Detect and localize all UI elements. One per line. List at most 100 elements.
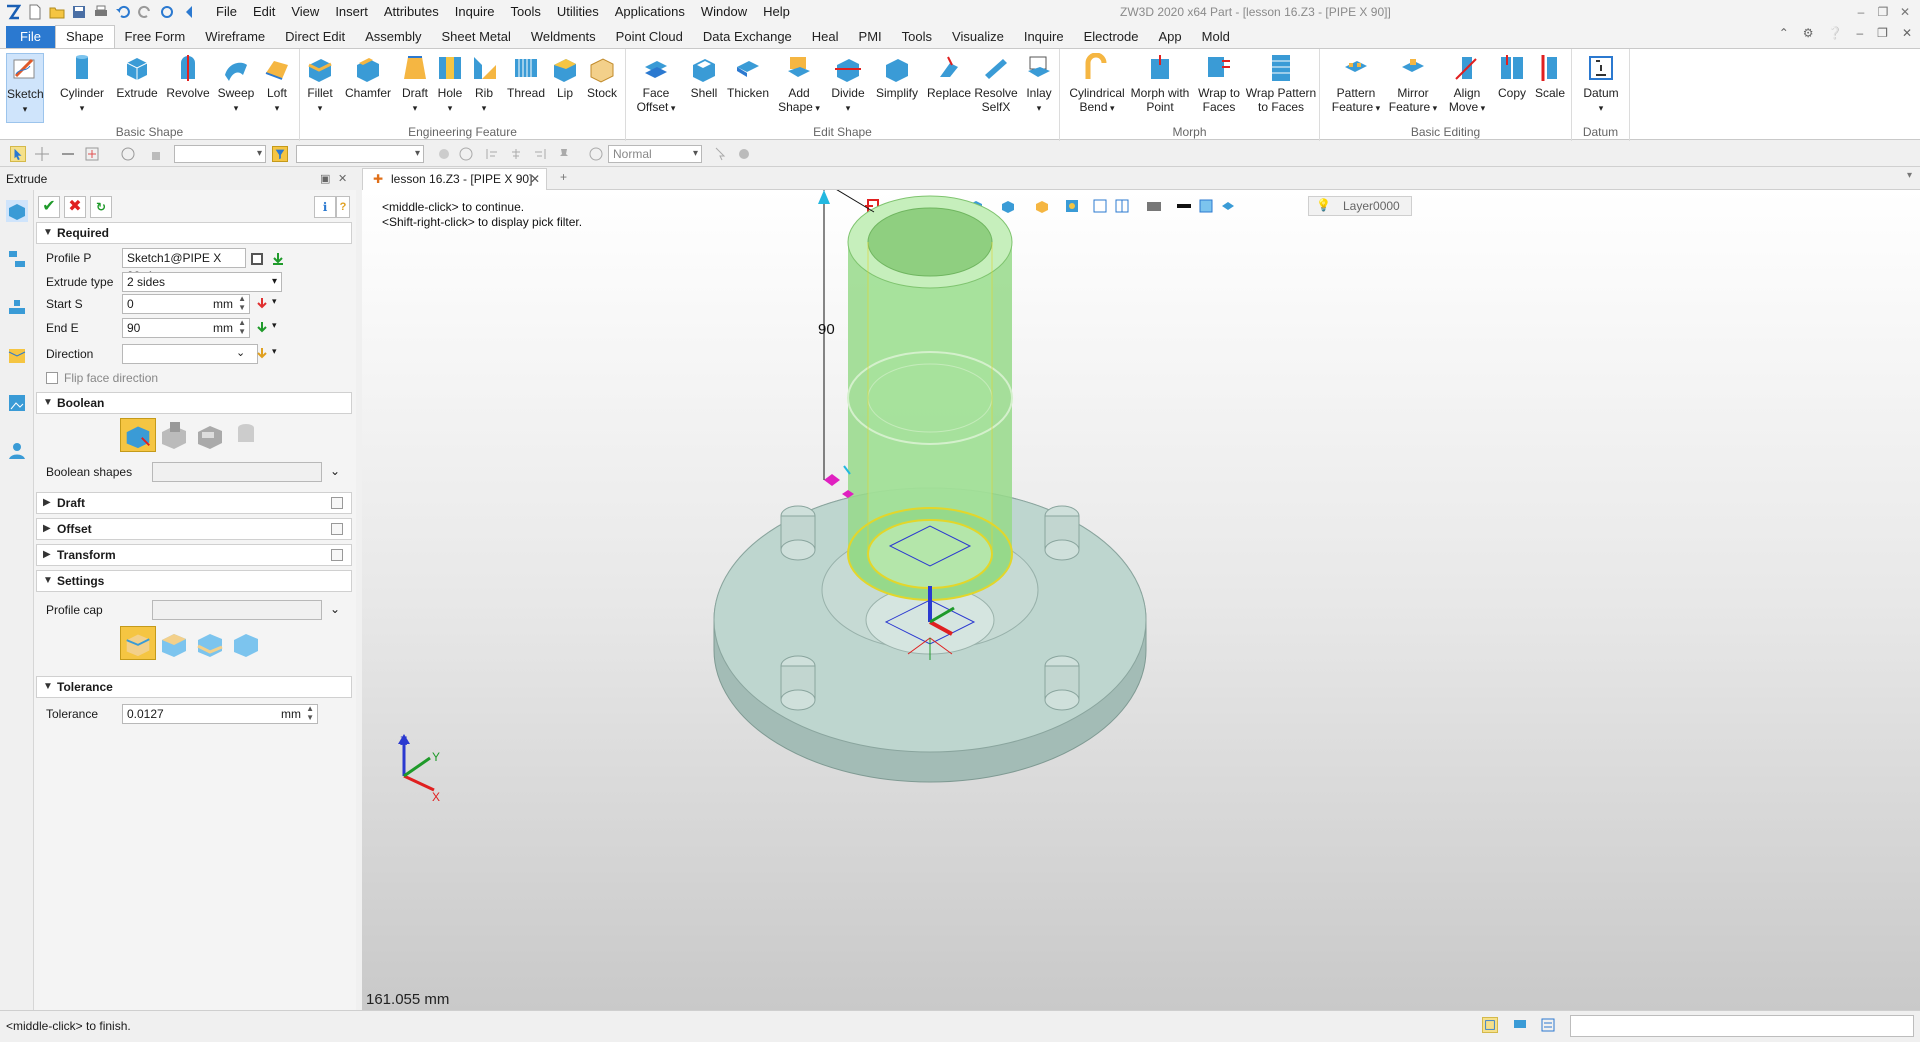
tab-data-exchange[interactable]: Data Exchange <box>693 26 802 48</box>
history-manager-icon[interactable] <box>6 248 28 270</box>
remove-boolean-icon[interactable] <box>192 418 228 452</box>
close-doc-icon[interactable]: ✕ <box>1902 26 1912 40</box>
profile-cap-expand-icon[interactable]: ⌄ <box>330 602 340 616</box>
tab-tools[interactable]: Tools <box>892 26 942 48</box>
chamfer-button[interactable]: Chamfer <box>342 53 394 100</box>
fillet-button[interactable]: Fillet ▾ <box>302 53 338 115</box>
restore-icon[interactable]: ❐ <box>1872 0 1894 24</box>
tab-free-form[interactable]: Free Form <box>115 26 196 48</box>
pin-icon[interactable] <box>556 146 572 162</box>
section-draft[interactable]: ▶ Draft <box>36 492 352 514</box>
sweep-button[interactable]: Sweep ▾ <box>216 53 256 115</box>
add-shape-button[interactable]: Add Shape ▾ <box>776 53 822 115</box>
filter-combo[interactable] <box>174 145 266 163</box>
boolean-expand-icon[interactable]: ⌄ <box>330 464 340 478</box>
cylinder-button[interactable]: Cylinder ▾ <box>56 53 108 115</box>
menu-applications[interactable]: Applications <box>607 0 693 24</box>
intersect-boolean-icon[interactable] <box>228 418 264 452</box>
tab-shape[interactable]: Shape <box>54 25 115 48</box>
tab-app[interactable]: App <box>1149 26 1192 48</box>
tab-direct-edit[interactable]: Direct Edit <box>275 26 355 48</box>
pick-filter-icon[interactable] <box>84 146 100 162</box>
offset-checkbox[interactable] <box>331 523 343 535</box>
start-input[interactable]: 0 mm ▲ ▼ <box>122 294 250 314</box>
sketch-edit-icon[interactable] <box>250 252 264 266</box>
menu-file[interactable]: File <box>208 0 245 24</box>
draft-checkbox[interactable] <box>331 497 343 509</box>
tab-pmi[interactable]: PMI <box>849 26 892 48</box>
tab-assembly[interactable]: Assembly <box>355 26 431 48</box>
section-transform[interactable]: ▶ Transform <box>36 544 352 566</box>
section-offset[interactable]: ▶ Offset <box>36 518 352 540</box>
wrap-pattern-button[interactable]: Wrap Pattern to Faces <box>1244 53 1318 114</box>
image-viewer-icon[interactable] <box>6 392 28 414</box>
align-center-icon[interactable] <box>508 146 524 162</box>
align-left-icon[interactable] <box>484 146 500 162</box>
help-page-icon[interactable]: ? <box>336 196 350 218</box>
wrap-to-faces-button[interactable]: Wrap to Faces <box>1194 53 1244 114</box>
undo-icon[interactable] <box>115 4 131 20</box>
tab-electrode[interactable]: Electrode <box>1074 26 1149 48</box>
menu-utilities[interactable]: Utilities <box>549 0 607 24</box>
end-pick-green-icon[interactable] <box>254 320 270 336</box>
collapse-ribbon-icon[interactable]: ⌃ <box>1779 26 1789 40</box>
lip-button[interactable]: Lip <box>550 53 580 100</box>
restore-doc-icon[interactable]: ❐ <box>1877 26 1888 40</box>
extrude-button[interactable]: Extrude <box>114 53 160 100</box>
new-file-icon[interactable] <box>27 4 43 20</box>
extrude-type-select[interactable]: 2 sides ▾ <box>122 272 282 292</box>
cursor-icon[interactable] <box>712 146 728 162</box>
document-tab[interactable]: ✚ lesson 16.Z3 - [PIPE X 90] ✕ <box>362 168 547 190</box>
open-file-icon[interactable] <box>49 4 65 20</box>
menu-inquire[interactable]: Inquire <box>447 0 503 24</box>
tab-point-cloud[interactable]: Point Cloud <box>606 26 693 48</box>
settings-icon[interactable]: ⚙ <box>1803 26 1814 40</box>
pick-green-icon[interactable] <box>270 251 286 267</box>
cap-start-icon[interactable] <box>156 626 192 660</box>
tolerance-input[interactable]: 0.0127 mm ▲ ▼ <box>122 704 318 724</box>
apply-icon[interactable]: ↻ <box>90 196 112 218</box>
hole-button[interactable]: Hole ▾ <box>434 53 466 115</box>
snap-icon[interactable] <box>436 146 452 162</box>
section-boolean[interactable]: ▼ Boolean <box>36 392 352 414</box>
feature-manager-icon[interactable] <box>6 200 28 222</box>
cap-both-icon[interactable] <box>120 626 156 660</box>
tab-visualize[interactable]: Visualize <box>942 26 1014 48</box>
tab-inquire[interactable]: Inquire <box>1014 26 1074 48</box>
datum-button[interactable]: Datum ▾ <box>1580 53 1622 115</box>
panel-pin-icon[interactable]: ▣ <box>320 168 330 190</box>
tab-wireframe[interactable]: Wireframe <box>195 26 275 48</box>
save-icon[interactable] <box>71 4 87 20</box>
end-menu-arrow-icon[interactable]: ▾ <box>272 320 277 331</box>
spin-icon[interactable]: ▲ ▼ <box>306 704 314 722</box>
section-required[interactable]: ▼ Required <box>36 222 352 244</box>
direction-menu-arrow-icon[interactable]: ▾ <box>272 346 277 357</box>
info-icon[interactable]: ℹ <box>314 196 336 218</box>
base-boolean-icon[interactable] <box>120 418 156 452</box>
replace-button[interactable]: Replace <box>926 53 972 100</box>
section-settings[interactable]: ▼ Settings <box>36 570 352 592</box>
document-close-icon[interactable]: ✕ <box>530 169 540 189</box>
style-icon[interactable] <box>588 146 604 162</box>
profile-cap-field[interactable] <box>152 600 322 620</box>
tab-weldments[interactable]: Weldments <box>521 26 606 48</box>
pattern-feature-button[interactable]: Pattern Feature ▾ <box>1330 53 1382 115</box>
rib-button[interactable]: Rib ▾ <box>470 53 498 115</box>
grid-snap-icon[interactable] <box>458 146 474 162</box>
entity-filter-icon[interactable] <box>272 146 288 162</box>
menu-insert[interactable]: Insert <box>327 0 376 24</box>
print-icon[interactable] <box>93 4 109 20</box>
regen-icon[interactable] <box>159 4 175 20</box>
select-arrow-icon[interactable] <box>10 146 26 162</box>
pick-point-icon[interactable] <box>34 146 50 162</box>
cylindrical-bend-button[interactable]: Cylindrical Bend ▾ <box>1066 53 1128 115</box>
menu-window[interactable]: Window <box>693 0 755 24</box>
profile-field[interactable]: Sketch1@PIPE X 90_1 <box>122 248 246 283</box>
face-offset-button[interactable]: Face Offset ▾ <box>636 53 676 115</box>
tab-heal[interactable]: Heal <box>802 26 849 48</box>
redo-icon[interactable] <box>137 4 153 20</box>
dimension-value[interactable]: 90 <box>818 321 835 338</box>
spin-icon[interactable]: ▲ ▼ <box>238 294 246 312</box>
help-icon[interactable]: ❔ <box>1828 26 1843 40</box>
shell-button[interactable]: Shell <box>686 53 722 100</box>
